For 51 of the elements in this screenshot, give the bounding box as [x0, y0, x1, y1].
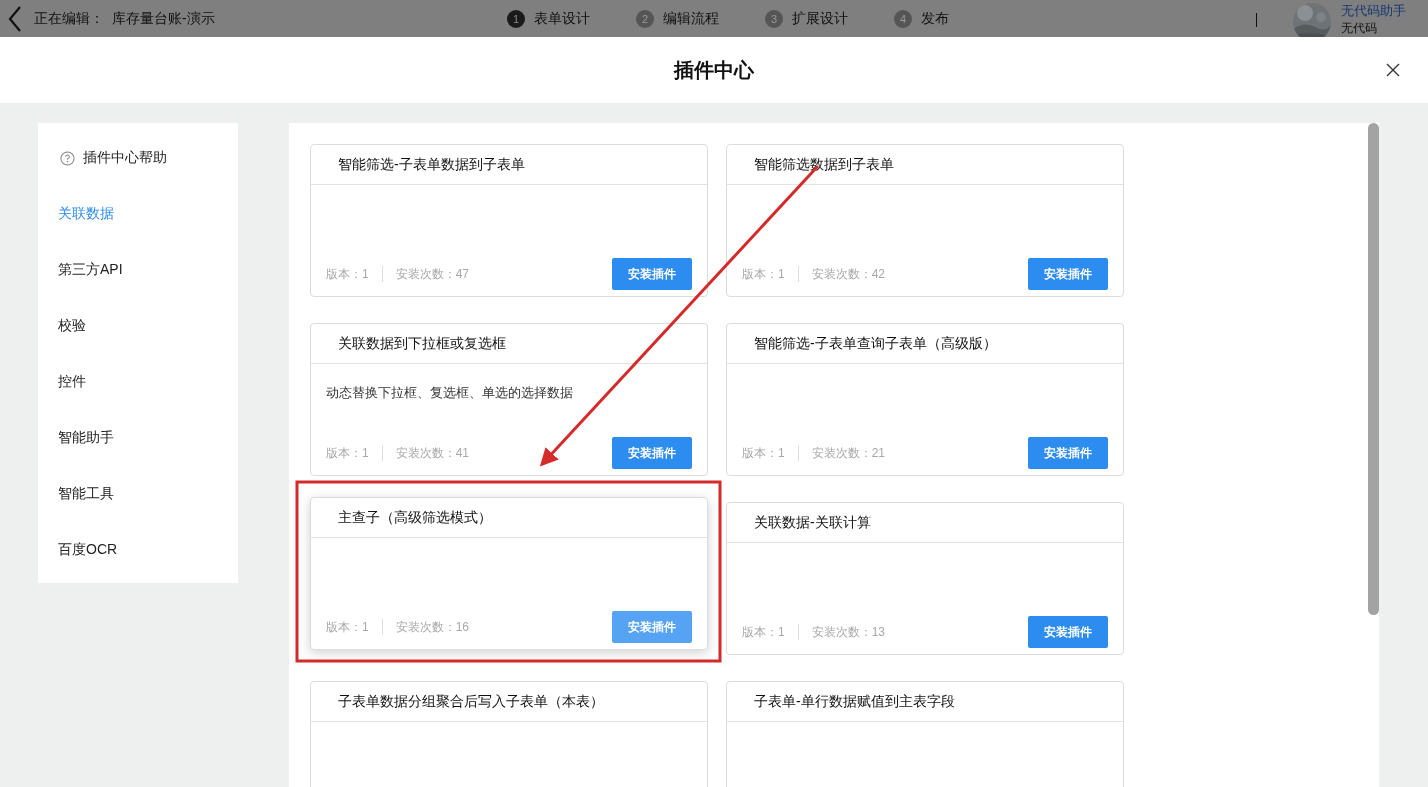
install-count: 安装次数：47 [395, 265, 470, 283]
install-count: 安装次数：13 [811, 623, 886, 641]
plugin-title: 子表单-单行数据赋值到主表字段 [754, 692, 955, 711]
step-tab[interactable]: 4 发布 [894, 9, 949, 28]
install-button[interactable]: 安装插件 [1028, 437, 1108, 469]
step-number: 4 [894, 9, 912, 28]
step-tab[interactable]: 1 表单设计 [507, 9, 590, 28]
version-label: 版本：1 [326, 618, 369, 636]
sidebar-item[interactable]: 关联数据 [38, 186, 238, 242]
plugin-description: 动态替换下拉框、复选框、单选的选择数据 [326, 385, 573, 400]
plugin-title: 关联数据-关联计算 [754, 513, 871, 532]
version-label: 版本：1 [742, 444, 785, 462]
step-tab[interactable]: 3 扩展设计 [765, 9, 848, 28]
plugin-title: 智能筛选-子表单数据到子表单 [338, 155, 525, 174]
step-number: 2 [636, 9, 654, 28]
sidebar-item[interactable]: 第三方API [38, 242, 238, 298]
scrollbar-thumb[interactable] [1368, 123, 1379, 615]
plugin-title: 智能筛选-子表单查询子表单（高级版） [754, 334, 997, 353]
step-number: 1 [507, 9, 525, 28]
version-label: 版本：1 [326, 265, 369, 283]
install-count: 安装次数：42 [811, 265, 886, 283]
help-icon [60, 150, 75, 166]
plugin-title: 子表单数据分组聚合后写入子表单（本表） [338, 692, 604, 711]
sidebar-item[interactable]: 智能助手 [38, 410, 238, 466]
install-button[interactable]: 安装插件 [612, 437, 692, 469]
version-label: 版本：1 [742, 623, 785, 641]
user-org: 无代码 [1341, 21, 1377, 35]
plugin-title: 主查子（高级筛选模式） [338, 508, 492, 527]
plugin-title: 关联数据到下拉框或复选框 [338, 334, 506, 353]
version-label: 版本：1 [326, 444, 369, 462]
install-button[interactable]: 安装插件 [612, 258, 692, 290]
install-count: 安装次数：21 [811, 444, 886, 462]
step-number: 3 [765, 9, 783, 28]
back-icon[interactable] [8, 5, 22, 32]
close-icon[interactable] [1386, 63, 1400, 77]
dialog-title: 插件中心 [674, 57, 754, 83]
install-count: 安装次数：41 [395, 444, 470, 462]
sidebar-item[interactable]: 插件中心帮助 [38, 130, 238, 186]
install-button[interactable]: 安装插件 [612, 611, 692, 643]
sidebar-item[interactable]: 校验 [38, 298, 238, 354]
step-tab[interactable]: 2 编辑流程 [636, 9, 719, 28]
install-count: 安装次数：16 [395, 618, 470, 636]
version-label: 版本：1 [742, 265, 785, 283]
install-button[interactable]: 安装插件 [1028, 616, 1108, 648]
editing-label: 正在编辑： [34, 9, 104, 28]
user-name[interactable]: 无代码助手 [1341, 3, 1406, 18]
sidebar-item[interactable]: 智能工具 [38, 466, 238, 522]
form-name: 库存量台账-演示 [112, 9, 215, 28]
sidebar-item[interactable]: 控件 [38, 354, 238, 410]
sidebar-item[interactable]: 百度OCR [38, 522, 238, 578]
install-button[interactable]: 安装插件 [1028, 258, 1108, 290]
